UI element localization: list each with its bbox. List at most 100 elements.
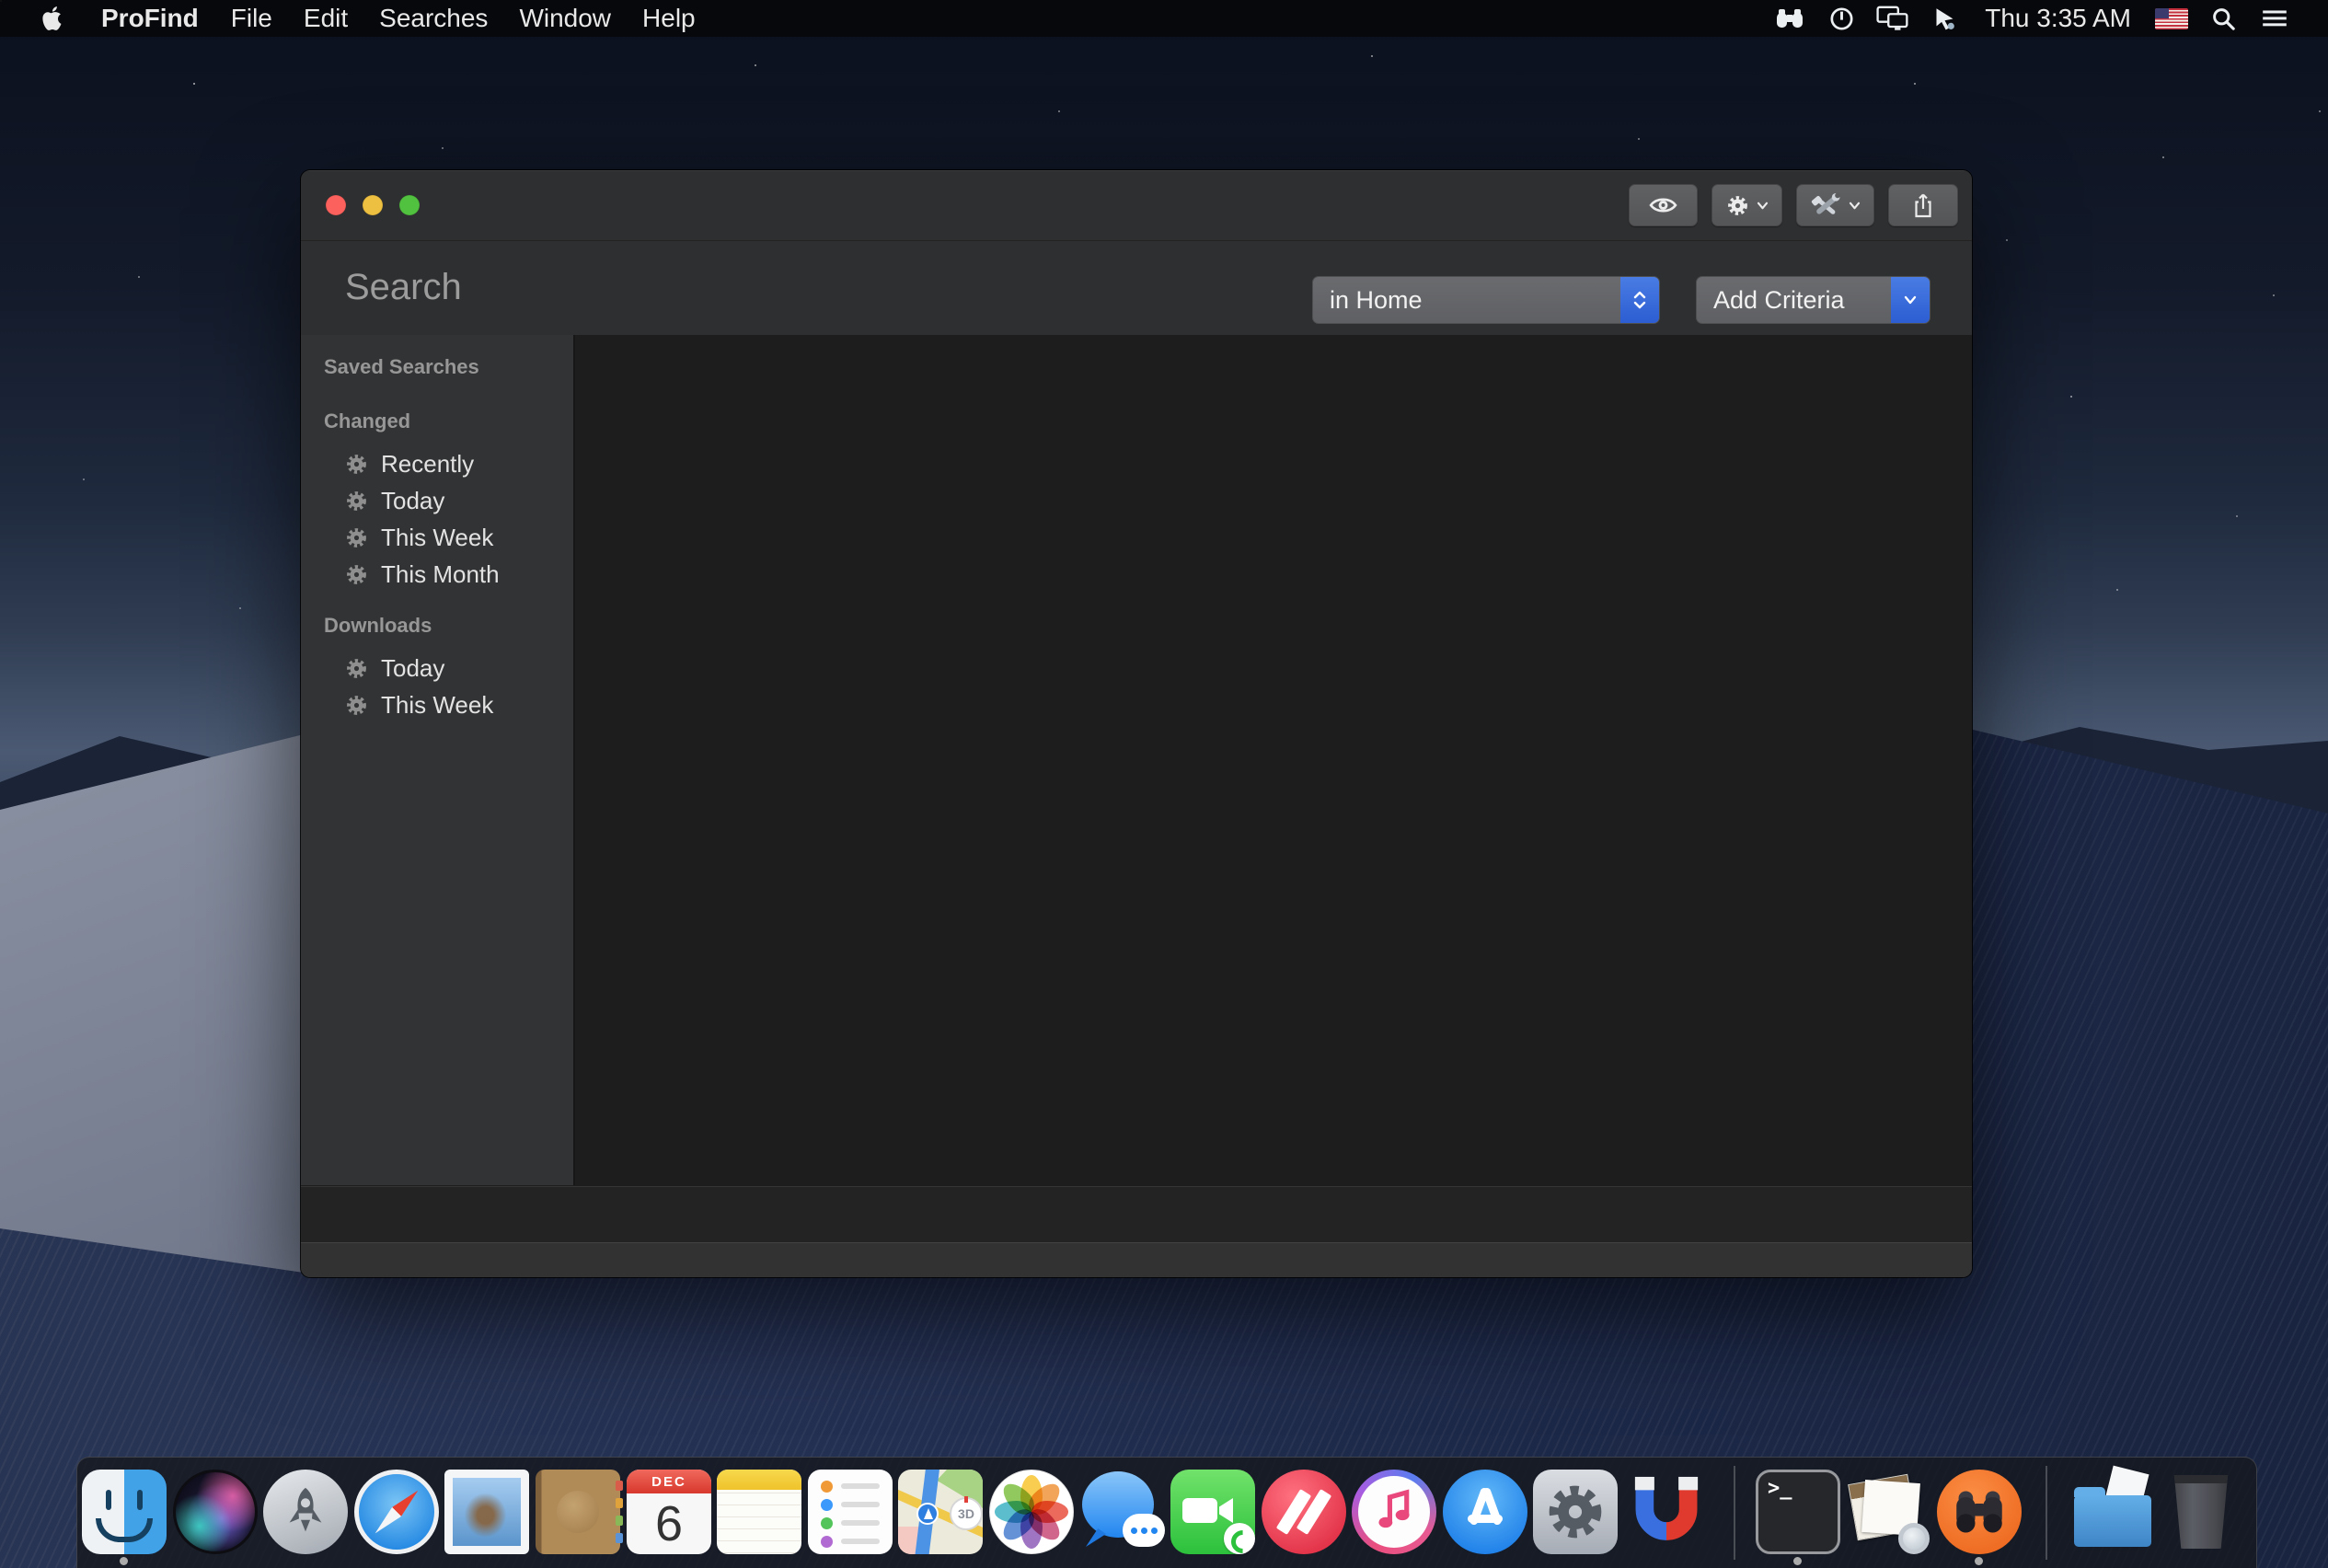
minimize-button[interactable] xyxy=(363,195,383,215)
sidebar-item-changed-this-month[interactable]: This Month xyxy=(301,556,573,593)
close-button[interactable] xyxy=(326,195,346,215)
profind-window: Search in Home Add Criteria Saved Search… xyxy=(301,170,1972,1277)
input-source-flag-icon[interactable] xyxy=(2146,0,2197,37)
maps-3d-badge: 3D xyxy=(950,1497,983,1530)
dock-item-facetime[interactable] xyxy=(1170,1470,1255,1554)
finder-eye xyxy=(106,1490,111,1510)
dock-item-documents-folder[interactable] xyxy=(2070,1470,2155,1554)
dock-item-trash[interactable] xyxy=(2159,1470,2243,1554)
pointer-icon[interactable] xyxy=(1919,0,1970,37)
finder-eye xyxy=(137,1490,143,1510)
scope-popup-value: in Home xyxy=(1330,286,1423,315)
chevron-down-icon xyxy=(1904,295,1917,305)
zoom-button[interactable] xyxy=(399,195,420,215)
sidebar-item-label: Today xyxy=(381,654,444,683)
menu-bar-clock[interactable]: Thu 3:35 AM xyxy=(1970,4,2146,33)
messages-typing-bubble xyxy=(1123,1514,1165,1547)
trash-bin xyxy=(2172,1475,2230,1549)
dock-item-reminders[interactable] xyxy=(808,1470,893,1554)
facetime-handset-badge xyxy=(1224,1523,1255,1554)
menu-file[interactable]: File xyxy=(215,4,288,33)
menu-list: File Edit Searches Window Help xyxy=(215,4,711,33)
dock-item-profind[interactable] xyxy=(1937,1470,2022,1554)
dock-separator xyxy=(2046,1466,2047,1560)
popup-stepper-cap xyxy=(1620,277,1659,323)
notification-center-icon[interactable] xyxy=(2249,0,2300,37)
dock-item-maps[interactable]: 3D xyxy=(898,1470,983,1554)
menu-searches[interactable]: Searches xyxy=(363,4,503,33)
dock-item-mail[interactable] xyxy=(444,1470,529,1554)
menu-help[interactable]: Help xyxy=(627,4,711,33)
power-circle-icon[interactable] xyxy=(1815,0,1867,37)
scope-popup[interactable]: in Home xyxy=(1312,276,1660,324)
folder-body xyxy=(2074,1495,2151,1547)
dock-item-photos[interactable] xyxy=(989,1470,1074,1554)
binoculars-icon[interactable] xyxy=(1764,0,1815,37)
dock-item-news[interactable] xyxy=(1262,1470,1346,1554)
status-bar xyxy=(301,1242,1972,1277)
add-criteria-label: Add Criteria xyxy=(1713,286,1845,315)
sidebar-section-changed: Changed xyxy=(324,409,410,433)
results-area[interactable] xyxy=(575,335,1972,1185)
dock-item-launchpad[interactable] xyxy=(263,1470,348,1554)
contacts-tab xyxy=(616,1533,623,1543)
dock-item-terminal[interactable]: >_ xyxy=(1756,1470,1840,1554)
reminder-line xyxy=(841,1520,880,1526)
dock-item-notes[interactable] xyxy=(717,1470,801,1554)
sidebar-item-changed-recently[interactable]: Recently xyxy=(301,445,573,482)
facetime-camera-lens xyxy=(1219,1498,1233,1523)
search-header: Search in Home Add Criteria xyxy=(301,241,1972,336)
dock-item-finder[interactable] xyxy=(82,1470,167,1554)
dock-separator xyxy=(1734,1466,1735,1560)
actions-dropdown-button[interactable] xyxy=(1711,184,1782,226)
stamp-image xyxy=(453,1478,521,1546)
reminder-dot xyxy=(821,1499,833,1511)
window-titlebar[interactable] xyxy=(301,170,1972,241)
app-menu-title[interactable]: ProFind xyxy=(101,4,199,33)
dock-item-system-preferences[interactable] xyxy=(1533,1470,1618,1554)
sidebar-item-label: Recently xyxy=(381,450,474,478)
dock-item-messages[interactable] xyxy=(1080,1470,1165,1554)
add-criteria-popup[interactable]: Add Criteria xyxy=(1696,276,1930,324)
share-button[interactable] xyxy=(1888,184,1958,226)
sidebar-item-downloads-today[interactable]: Today xyxy=(301,650,573,686)
reminder-line xyxy=(841,1483,880,1489)
apple-menu-icon[interactable] xyxy=(42,5,66,32)
dock-item-contacts[interactable] xyxy=(536,1470,620,1554)
reminder-dot xyxy=(821,1536,833,1548)
spotlight-icon[interactable] xyxy=(2197,0,2249,37)
gear-icon xyxy=(345,526,368,549)
gear-icon xyxy=(345,453,368,476)
dock-item-magnet[interactable] xyxy=(1624,1470,1709,1554)
menu-window[interactable]: Window xyxy=(503,4,627,33)
eye-icon xyxy=(1649,196,1677,214)
sidebar-header: Saved Searches xyxy=(324,355,479,379)
path-bar xyxy=(301,1186,1972,1242)
tools-dropdown-button[interactable] xyxy=(1796,184,1874,226)
maps-navigation-arrow xyxy=(916,1503,939,1525)
menu-edit[interactable]: Edit xyxy=(288,4,363,33)
dock-item-calendar[interactable]: DEC 6 xyxy=(627,1470,711,1554)
reminder-dot xyxy=(821,1517,833,1529)
sidebar-section-downloads: Downloads xyxy=(324,614,432,638)
contacts-emblem xyxy=(557,1491,599,1533)
calendar-month: DEC xyxy=(627,1470,711,1493)
dock-item-safari[interactable] xyxy=(354,1470,439,1554)
sidebar-item-downloads-this-week[interactable]: This Week xyxy=(301,686,573,723)
running-indicator xyxy=(120,1557,128,1565)
dock-item-app-store[interactable] xyxy=(1443,1470,1527,1554)
rocket-icon xyxy=(277,1483,334,1540)
preview-toggle-button[interactable] xyxy=(1629,184,1698,226)
page-title: Search xyxy=(345,267,462,308)
gear-icon xyxy=(345,694,368,717)
displays-icon[interactable] xyxy=(1867,0,1919,37)
sidebar-item-changed-this-week[interactable]: This Week xyxy=(301,519,573,556)
contacts-tab xyxy=(616,1498,623,1508)
tools-icon xyxy=(1811,192,1841,219)
dock-item-itunes[interactable] xyxy=(1352,1470,1436,1554)
sidebar-item-changed-today[interactable]: Today xyxy=(301,482,573,519)
dock-item-preview[interactable] xyxy=(1847,1470,1931,1554)
preview-loupe xyxy=(1898,1523,1930,1554)
dock-item-siri[interactable] xyxy=(173,1470,258,1554)
reminder-line xyxy=(841,1539,880,1544)
